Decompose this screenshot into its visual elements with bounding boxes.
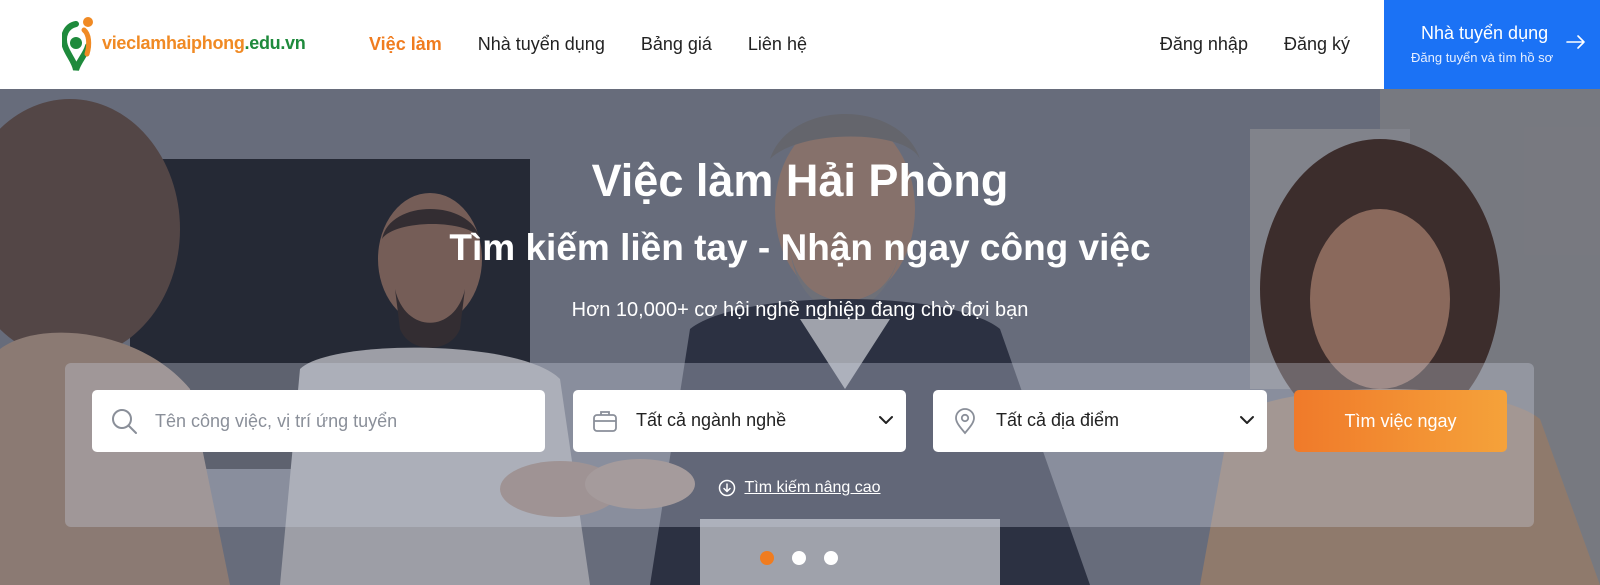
- search-jobs-button[interactable]: Tìm việc ngay: [1294, 390, 1507, 452]
- hero-description: Hơn 10,000+ cơ hội nghề nghiệp đang chờ …: [571, 299, 1029, 321]
- nav-item-bang-gia[interactable]: Bảng giá: [641, 34, 712, 55]
- briefcase-icon: [593, 411, 617, 432]
- nav-item-lien-he[interactable]: Liên hệ: [748, 34, 807, 55]
- keyword-field[interactable]: [92, 390, 545, 452]
- carousel-dot-3[interactable]: [824, 551, 838, 565]
- hero-banner: Việc làm Hải Phòng Tìm kiếm liền tay - N…: [0, 89, 1600, 585]
- logo-text: vieclamhaiphong.edu.vn: [102, 32, 306, 53]
- nav-item-nha-tuyen-dung[interactable]: Nhà tuyển dụng: [478, 34, 605, 55]
- location-select-value: Tất cả địa điểm: [996, 410, 1120, 430]
- site-logo[interactable]: vieclamhaiphong.edu.vn: [62, 14, 306, 72]
- carousel-dot-1[interactable]: [760, 551, 774, 565]
- hero-subtitle: Tìm kiếm liền tay - Nhận ngay công việc: [449, 227, 1151, 268]
- industry-select[interactable]: Tất cả ngành nghề: [573, 390, 906, 452]
- employer-cta-subtitle: Đăng tuyển và tìm hồ sơ: [1411, 50, 1554, 65]
- search-icon: [112, 409, 137, 434]
- advanced-search-label: Tìm kiếm nâng cao: [744, 479, 881, 496]
- chevron-down-icon: [1240, 416, 1254, 424]
- industry-select-value: Tất cả ngành nghề: [636, 410, 787, 430]
- login-link[interactable]: Đăng nhập: [1160, 34, 1248, 55]
- employer-cta-title: Nhà tuyển dụng: [1421, 23, 1549, 43]
- map-pin-icon: [955, 408, 975, 435]
- auth-links: Đăng nhập Đăng ký: [1124, 0, 1350, 89]
- location-select[interactable]: Tất cả địa điểm: [933, 390, 1267, 452]
- advanced-search-row: Tìm kiếm nâng cao: [65, 479, 1534, 502]
- carousel-dots: [760, 551, 856, 565]
- site-header: vieclamhaiphong.edu.vn Việc làm Nhà tuyể…: [0, 0, 1600, 89]
- hero-title: Việc làm Hải Phòng: [591, 155, 1009, 206]
- nav-item-viec-lam[interactable]: Việc làm: [369, 34, 442, 55]
- logo-pin-icon: [62, 17, 93, 71]
- employer-cta-button[interactable]: Nhà tuyển dụng Đăng tuyển và tìm hồ sơ: [1384, 0, 1600, 89]
- keyword-input[interactable]: [155, 404, 525, 438]
- circle-arrow-down-icon: [719, 479, 736, 497]
- advanced-search-link[interactable]: Tìm kiếm nâng cao: [718, 479, 881, 497]
- arrow-right-icon: [1566, 35, 1585, 49]
- main-nav: Việc làm Nhà tuyển dụng Bảng giá Liên hệ: [369, 0, 843, 89]
- register-link[interactable]: Đăng ký: [1284, 34, 1350, 55]
- chevron-down-icon: [879, 416, 893, 424]
- job-search-panel: Tất cả ngành nghề Tất cả địa điểm Tìm vi…: [65, 363, 1534, 527]
- carousel-dot-2[interactable]: [792, 551, 806, 565]
